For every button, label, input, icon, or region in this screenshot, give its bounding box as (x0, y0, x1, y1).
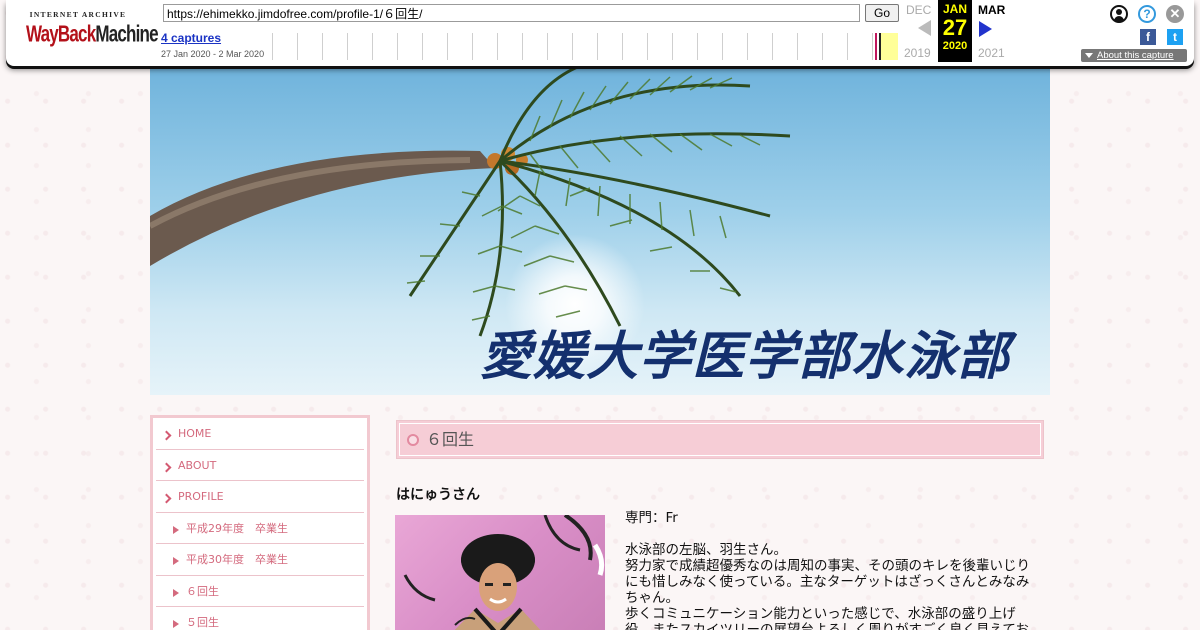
nav-item-h29-graduates[interactable]: 平成29年度 卒業生 (156, 513, 364, 544)
wayback-logo-top: INTERNET ARCHIVE (29, 10, 127, 19)
nav-item-5th-year[interactable]: ５回生 (156, 607, 364, 630)
bio-line: 専門：Fr (625, 510, 678, 526)
twitter-icon[interactable]: t (1167, 29, 1183, 45)
site-title[interactable]: 愛媛大学医学部水泳部 (480, 314, 1010, 389)
prev-capture-arrow-icon[interactable] (918, 20, 931, 36)
help-icon[interactable]: ? (1138, 5, 1156, 23)
next-year-label[interactable]: 2021 (978, 46, 1005, 60)
sparkline-current-highlight (881, 33, 898, 60)
nav-item-6th-year[interactable]: ６回生 (156, 576, 364, 607)
about-capture-button[interactable]: About this capture (1081, 49, 1187, 62)
wayback-toolbar: INTERNET ARCHIVE WayBackMachine Go 4 cap… (6, 0, 1194, 66)
capture-sparkline[interactable] (272, 33, 898, 60)
nav-item-h30-graduates[interactable]: 平成30年度 卒業生 (156, 544, 364, 576)
nav-item-about[interactable]: ABOUT (156, 450, 364, 481)
facebook-icon[interactable]: f (1140, 29, 1156, 45)
bio-line: 歩くコミュニケーション能力といった感じで、水泳部の盛り上げ (625, 606, 1016, 622)
current-day: 27 (942, 15, 968, 40)
close-icon[interactable]: ✕ (1166, 5, 1184, 23)
member-photo-illustration (403, 515, 605, 630)
bio-line: 努力家で成績超優秀なのは周知の事実、その頭のキレを後輩いじり (625, 558, 1030, 574)
member-name: はにゅうさん (396, 487, 480, 503)
bio-line: 水泳部の左脳、羽生さん。 (625, 542, 787, 558)
bio-line: 役。またスカイツリーの展望台よろしく周りがすごく良く見えてお (625, 622, 1029, 630)
user-icon[interactable] (1110, 5, 1128, 23)
captures-link[interactable]: 4 captures (161, 31, 221, 45)
capture-date-range: 27 Jan 2020 - 2 Mar 2020 (161, 49, 265, 59)
next-capture-arrow-icon[interactable] (979, 21, 992, 37)
current-year: 2020 (942, 40, 968, 52)
wayback-logo-main-b: Machine (95, 21, 158, 47)
nav-item-profile[interactable]: PROFILE (156, 481, 364, 513)
member-bio: 専門：Fr 水泳部の左脳、羽生さん。 努力家で成績超優秀なのは周知の事実、その頭… (625, 510, 1050, 630)
bio-line: ちゃん。 (625, 590, 679, 606)
bio-line (625, 526, 1050, 542)
page-heading-box: ６回生 (396, 420, 1044, 459)
wayback-go-button[interactable]: Go (865, 4, 899, 22)
nav-item-home[interactable]: HOME (156, 418, 364, 450)
page-heading: ６回生 (399, 423, 1041, 456)
member-photo (395, 515, 605, 630)
current-month: JAN (942, 2, 967, 16)
bio-line: にも惜しみなく使っている。主なターゲットはざっくさんとみなみ (625, 574, 1030, 590)
prev-month-label[interactable]: DEC (906, 3, 931, 17)
next-month-label[interactable]: MAR (978, 3, 1005, 17)
wayback-url-input[interactable] (163, 4, 860, 22)
sidebar-nav: HOME ABOUT PROFILE 平成29年度 卒業生 平成30年度 卒業生… (150, 415, 370, 630)
header-banner: 愛媛大学医学部水泳部 (150, 66, 1050, 395)
sparkline-capture-tick (875, 33, 877, 60)
current-capture-date: JAN 27 2020 (938, 0, 972, 62)
wayback-logo[interactable]: INTERNET ARCHIVE WayBackMachine (26, 10, 159, 50)
prev-year-label[interactable]: 2019 (904, 46, 931, 60)
wayback-logo-main-a: WayBack (26, 21, 96, 47)
wayback-logo-main: WayBackMachine (26, 21, 159, 48)
